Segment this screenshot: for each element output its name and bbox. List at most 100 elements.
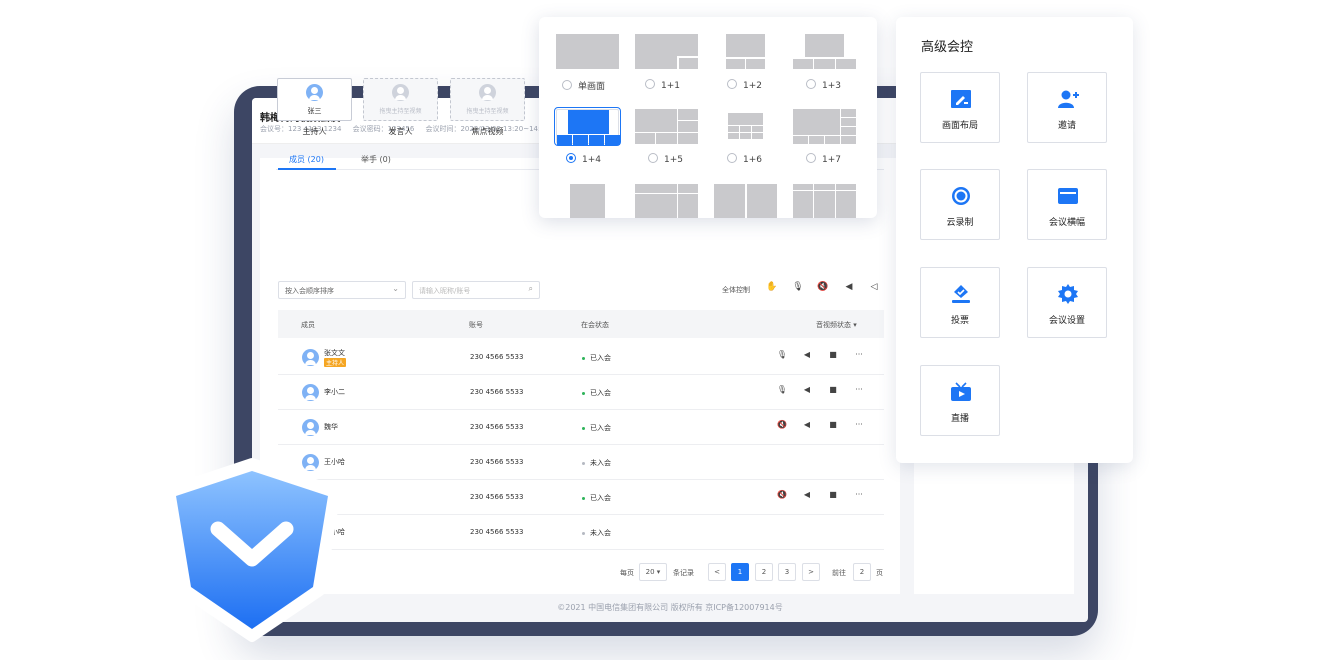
radio-checked-icon — [566, 153, 576, 163]
speaker-icon[interactable]: ◀ — [842, 282, 856, 296]
per-page-label: 每页 — [620, 569, 634, 577]
search-input[interactable]: 请输入昵称/账号 ⌕ — [412, 281, 540, 299]
cloud-record-button[interactable]: 云录制 — [920, 169, 1000, 240]
banner-button[interactable]: 会议横幅 — [1027, 169, 1107, 240]
meeting-settings-button[interactable]: 会议设置 — [1027, 267, 1107, 338]
page-size-select[interactable]: 20 ▾ — [639, 563, 667, 581]
radio-icon — [727, 79, 737, 89]
page-3-button[interactable]: 3 — [778, 563, 796, 581]
tile-label: 邀请 — [1057, 121, 1076, 131]
layout-option-more[interactable] — [556, 184, 619, 218]
prev-page-button[interactable]: < — [708, 563, 726, 581]
goto-label: 前往 — [832, 569, 846, 577]
layout-option-1-1[interactable] — [635, 34, 698, 69]
layout-radio-1-2[interactable]: 1+2 — [727, 79, 762, 91]
more-icon[interactable]: ··· — [853, 385, 865, 394]
tab-raise-hand[interactable]: 举手 (0) — [361, 154, 391, 165]
focus-video-slot[interactable]: 拖曳主持至视频 — [450, 78, 525, 121]
col-status[interactable]: 在会状态 — [581, 320, 609, 330]
advanced-controls-panel: 高级会控 画面布局 邀请 云录制 会议横幅 投票 会议设置 直播 — [896, 17, 1133, 463]
mic-icon[interactable]: 🎙 — [776, 350, 788, 359]
layout-option-1-7[interactable] — [793, 109, 856, 144]
member-account: 230 4566 5533 — [470, 423, 524, 431]
tile-label: 画面布局 — [941, 121, 978, 131]
mute-all-icon[interactable]: 🔇 — [816, 282, 830, 296]
layout-radio-1-1[interactable]: 1+1 — [645, 79, 680, 91]
tile-label: 直播 — [950, 414, 969, 424]
mic-muted-icon[interactable]: 🔇 — [776, 490, 788, 499]
mic-muted-icon[interactable]: 🔇 — [776, 420, 788, 429]
page-2-button[interactable]: 2 — [755, 563, 773, 581]
host-badge: 主持人 — [324, 358, 347, 367]
layout-label: 1+7 — [822, 155, 841, 165]
layout-button[interactable]: 画面布局 — [920, 72, 1000, 143]
radio-icon — [806, 153, 816, 163]
member-account: 230 4566 5533 — [470, 528, 524, 536]
video-caption: 发言人 — [388, 127, 413, 136]
footer-copyright: ©2021 中国电信集团有限公司 版权所有 京ICP备12007914号 — [557, 603, 783, 612]
layout-radio-single[interactable]: 单画面 — [562, 79, 605, 92]
layout-label: 1+4 — [582, 155, 601, 165]
page-unit-label: 页 — [876, 569, 883, 577]
speaker-icon[interactable]: ◀ — [801, 490, 813, 499]
layout-radio-1-5[interactable]: 1+5 — [648, 153, 683, 165]
layout-option-more[interactable] — [635, 184, 698, 218]
invite-button[interactable]: 邀请 — [1027, 72, 1107, 143]
layout-radio-1-3[interactable]: 1+3 — [806, 79, 841, 91]
cloud-record-icon — [952, 187, 970, 205]
more-icon[interactable]: ··· — [853, 350, 865, 359]
camera-icon[interactable]: ■ — [827, 385, 839, 394]
camera-icon[interactable]: ■ — [827, 490, 839, 499]
status-dot — [582, 391, 585, 395]
member-status: 已入会 — [582, 493, 611, 503]
mic-icon[interactable]: 🎙 — [776, 385, 788, 394]
avatar-icon — [392, 84, 409, 101]
layout-option-single[interactable] — [556, 34, 619, 69]
camera-icon[interactable]: ■ — [827, 420, 839, 429]
table-row[interactable]: 魏华 230 4566 5533 已入会 🔇 ◀ ■ ··· — [278, 480, 884, 515]
member-name: 李小二 — [324, 388, 345, 396]
goto-page-input[interactable]: 2 — [853, 563, 871, 581]
layout-option-1-4-selected[interactable] — [554, 107, 621, 146]
col-av-status[interactable]: 音视频状态 ▾ — [816, 320, 857, 330]
table-row[interactable]: 魏华 230 4566 5533 已入会 🔇 ◀ ■ ··· — [278, 410, 884, 445]
mic-icon[interactable]: 🎙 — [791, 282, 805, 296]
tab-members[interactable]: 成员 (20) — [289, 154, 324, 165]
layout-radio-1-4[interactable]: 1+4 — [566, 153, 601, 165]
table-row[interactable]: 张文文 主持人 230 4566 5533 已入会 🎙 ◀ ■ ··· — [278, 340, 884, 375]
video-slot-hint: 拖曳主持至视频 — [466, 108, 509, 115]
radio-icon — [806, 79, 816, 89]
hand-icon[interactable]: ✋ — [765, 282, 779, 296]
camera-icon[interactable]: ■ — [827, 350, 839, 359]
table-row[interactable]: 王小哈 230 4566 5533 未入会 — [278, 445, 884, 480]
next-page-button[interactable]: > — [802, 563, 820, 581]
speaker-icon[interactable]: ◀ — [801, 385, 813, 394]
table-row[interactable]: 李小二 230 4566 5533 已入会 🎙 ◀ ■ ··· — [278, 375, 884, 410]
layout-option-1-6[interactable] — [714, 109, 777, 144]
layout-option-1-3[interactable] — [793, 34, 856, 69]
status-text: 未入会 — [590, 529, 611, 537]
vote-button[interactable]: 投票 — [920, 267, 1000, 338]
member-name: 魏华 — [324, 423, 338, 431]
sort-select[interactable]: 按入会顺序排序 ⌄ — [278, 281, 406, 299]
host-video-tile[interactable]: 张三 — [277, 78, 352, 121]
chevron-down-icon: ⌄ — [392, 284, 399, 293]
layout-option-more[interactable] — [714, 184, 777, 218]
layout-radio-1-6[interactable]: 1+6 — [727, 153, 762, 165]
live-stream-button[interactable]: 直播 — [920, 365, 1000, 436]
layout-option-1-2[interactable] — [714, 34, 777, 69]
table-row[interactable]: 王小哈 230 4566 5533 未入会 — [278, 515, 884, 550]
speaker-video-slot[interactable]: 拖曳主持至视频 — [363, 78, 438, 121]
status-text: 未入会 — [590, 459, 611, 467]
layout-option-more[interactable] — [793, 184, 856, 218]
speaker-off-icon[interactable]: ◁ — [867, 282, 881, 296]
more-icon[interactable]: ··· — [853, 420, 865, 429]
speaker-icon[interactable]: ◀ — [801, 350, 813, 359]
more-icon[interactable]: ··· — [853, 490, 865, 499]
layout-label: 1+5 — [664, 155, 683, 165]
layout-option-1-5[interactable] — [635, 109, 698, 144]
records-label: 条记录 — [673, 569, 694, 577]
speaker-icon[interactable]: ◀ — [801, 420, 813, 429]
page-1-button[interactable]: 1 — [731, 563, 749, 581]
layout-radio-1-7[interactable]: 1+7 — [806, 153, 841, 165]
